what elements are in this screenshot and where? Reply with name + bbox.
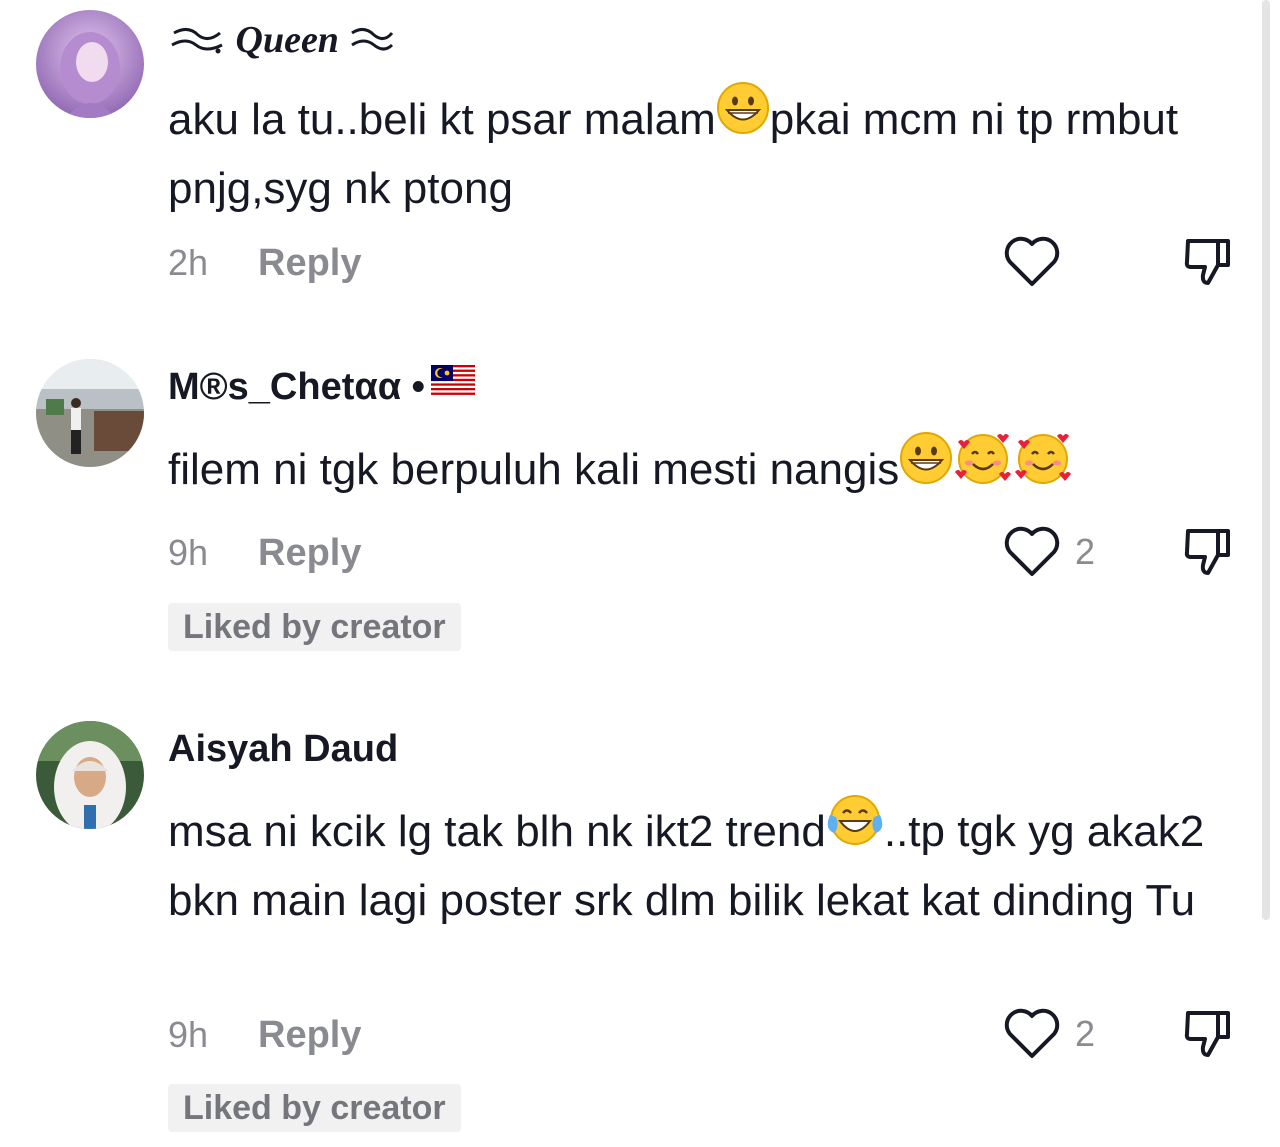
username[interactable]: Queen	[168, 18, 396, 62]
heart-icon	[1004, 526, 1060, 576]
comment-text-part: filem ni tgk berpuluh kali mesti nangis	[168, 445, 900, 494]
comment-meta: 9h Reply	[168, 528, 361, 578]
comment-text: aku la tu..beli kt psar malam pkai mcm n…	[168, 82, 1243, 223]
comment-text: msa ni kcik lg tak blh nk ikt2 trend ..t…	[168, 795, 1243, 935]
smiling-face-with-hearts-icon	[953, 430, 1013, 506]
liked-by-creator-badge: Liked by creator	[168, 603, 461, 651]
reply-button[interactable]: Reply	[258, 532, 361, 575]
swirl-icon	[348, 19, 396, 61]
grinning-face-icon	[716, 81, 770, 155]
timestamp: 9h	[168, 1014, 209, 1055]
like-button[interactable]: 2	[1003, 1007, 1095, 1061]
face-with-tears-of-joy-icon	[826, 793, 884, 867]
liked-by-creator-badge: Liked by creator	[168, 1084, 461, 1132]
reply-button[interactable]: Reply	[258, 242, 361, 285]
thumbs-down-icon	[1184, 529, 1230, 575]
comment-text-part: aku la tu..beli kt psar malam	[168, 95, 716, 144]
swirl-icon	[168, 19, 236, 61]
username-label: Aisyah Daud	[168, 728, 399, 770]
thumbs-down-icon	[1184, 239, 1230, 285]
grinning-face-icon	[899, 431, 953, 505]
like-button[interactable]: 2	[1003, 525, 1095, 579]
comment-meta: 2h Reply	[168, 238, 361, 288]
like-count: 2	[1075, 1013, 1096, 1054]
avatar[interactable]	[36, 10, 144, 118]
heart-icon	[1004, 236, 1060, 286]
like-count: 2	[1075, 531, 1096, 572]
reply-button[interactable]: Reply	[258, 1014, 361, 1057]
malaysia-flag-icon	[430, 364, 475, 407]
comment-text: filem ni tgk berpuluh kali mesti nangis	[168, 432, 1243, 506]
dislike-button[interactable]	[1182, 1007, 1234, 1061]
dislike-button[interactable]	[1182, 235, 1234, 289]
smiling-face-with-hearts-icon	[1013, 430, 1073, 506]
timestamp: 9h	[168, 532, 209, 573]
username[interactable]: Aisyah Daud	[168, 728, 398, 771]
like-button[interactable]	[1003, 235, 1075, 289]
avatar[interactable]	[36, 721, 144, 829]
thumbs-down-icon	[1184, 1011, 1230, 1057]
username-label: M®s_Chetαα •	[168, 366, 425, 408]
timestamp: 2h	[168, 242, 209, 283]
avatar[interactable]	[36, 359, 144, 467]
comment-text-part: msa ni kcik lg tak blh nk ikt2 trend	[168, 807, 826, 856]
username-label: Queen	[235, 19, 339, 61]
heart-icon	[1004, 1008, 1060, 1058]
dislike-button[interactable]	[1182, 525, 1234, 579]
scrollbar[interactable]	[1262, 0, 1270, 920]
comment-meta: 9h Reply	[168, 1010, 361, 1060]
username[interactable]: M®s_Chetαα •	[168, 364, 475, 409]
